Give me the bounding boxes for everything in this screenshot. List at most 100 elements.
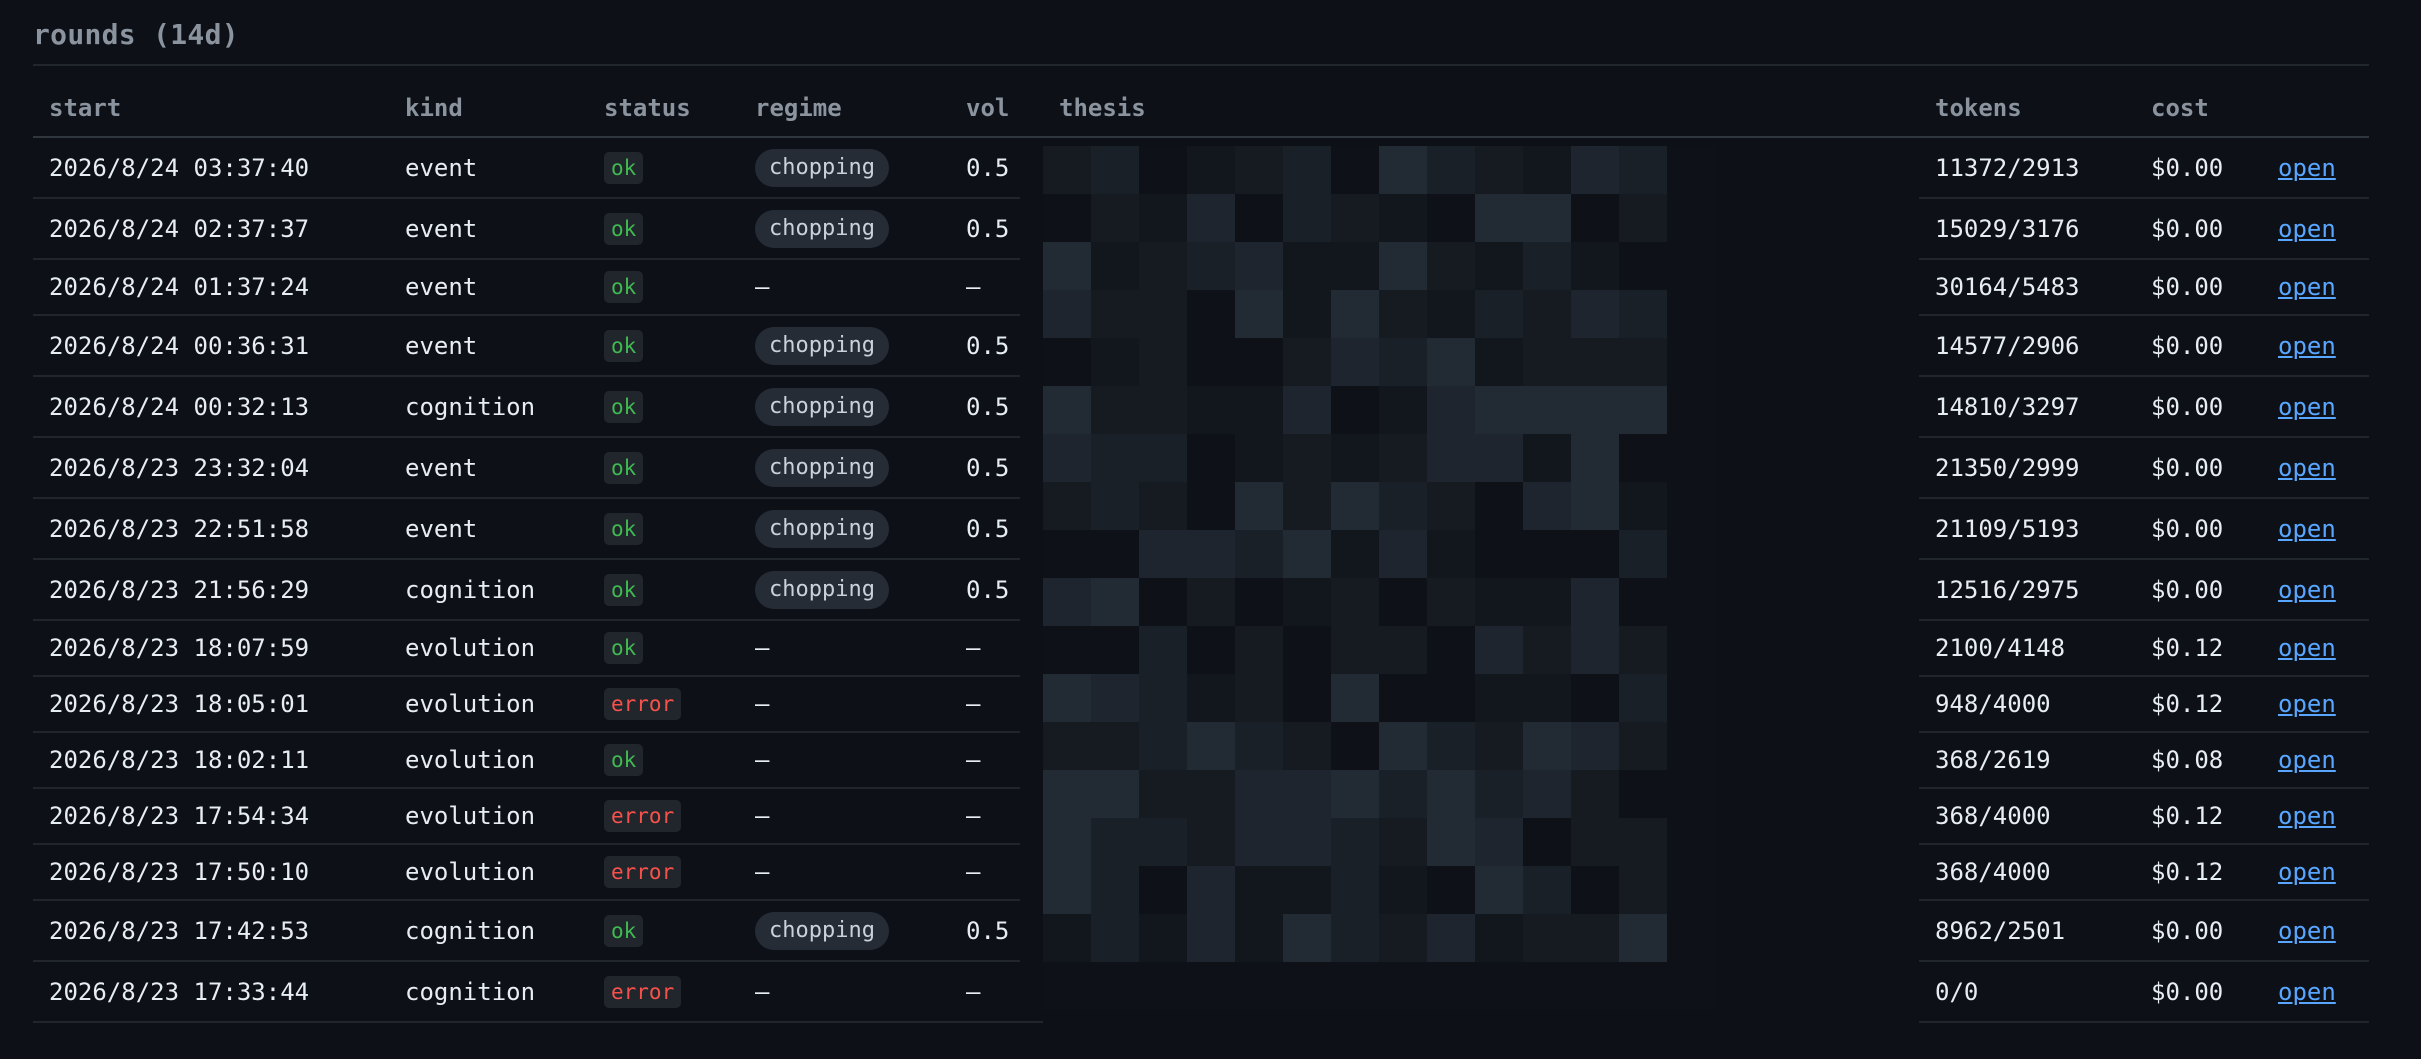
status-badge: ok xyxy=(604,914,644,947)
regime-empty: — xyxy=(755,634,770,662)
table-row[interactable]: 2026/8/23 18:02:11 evolution ok — — 368/2619 $… xyxy=(33,732,2369,789)
open-link[interactable]: open xyxy=(2278,393,2336,421)
open-link[interactable]: open xyxy=(2278,332,2336,360)
table-row[interactable]: 2026/8/23 21:56:29 cognition ok chopping 0.5… xyxy=(33,559,2369,621)
open-link[interactable]: open xyxy=(2278,802,2336,830)
cell-kind: cognition xyxy=(389,376,588,438)
open-link[interactable]: open xyxy=(2278,917,2336,945)
cell-regime: — xyxy=(739,788,950,845)
cell-actions: open xyxy=(2262,198,2369,260)
cell-regime: chopping xyxy=(739,498,950,560)
cell-actions: open xyxy=(2262,844,2369,901)
cell-vol: 0.5 xyxy=(950,498,1043,560)
table-row[interactable]: 2026/8/23 18:07:59 evolution ok — — 2100/4148… xyxy=(33,620,2369,677)
cell-cost: $0.12 xyxy=(2135,788,2262,845)
cell-thesis xyxy=(1043,315,1919,376)
column-header-status[interactable]: status xyxy=(588,80,739,138)
regime-pill: chopping xyxy=(755,448,889,487)
table-row[interactable]: 2026/8/24 03:37:40 event ok chopping 0.5 1137… xyxy=(33,137,2369,199)
cell-status: ok xyxy=(588,620,739,677)
open-link[interactable]: open xyxy=(2278,515,2336,543)
open-link[interactable]: open xyxy=(2278,454,2336,482)
cell-regime: chopping xyxy=(739,315,950,377)
cell-kind: cognition xyxy=(389,900,588,962)
title-divider xyxy=(33,64,2369,66)
cell-status: ok xyxy=(588,259,739,316)
cell-actions: open xyxy=(2262,961,2369,1023)
open-link[interactable]: open xyxy=(2278,215,2336,243)
regime-pill: chopping xyxy=(755,209,889,248)
regime-empty: — xyxy=(755,858,770,886)
table-row[interactable]: 2026/8/24 00:36:31 event ok chopping 0.5 1457… xyxy=(33,315,2369,377)
open-link[interactable]: open xyxy=(2278,634,2336,662)
cell-vol: — xyxy=(950,259,1043,316)
section-title: rounds (14d) xyxy=(33,18,239,51)
column-header-cost[interactable]: cost xyxy=(2135,80,2262,138)
cell-actions: open xyxy=(2262,498,2369,560)
cell-actions: open xyxy=(2262,676,2369,733)
regime-pill: chopping xyxy=(755,148,889,187)
cell-kind: cognition xyxy=(389,961,588,1023)
cell-vol: — xyxy=(950,732,1043,789)
table-row[interactable]: 2026/8/23 17:33:44 cognition error — — 0/0 $0.… xyxy=(33,961,2369,1023)
cell-thesis xyxy=(1043,498,1919,559)
cell-tokens: 8962/2501 xyxy=(1919,900,2135,962)
cell-thesis xyxy=(1043,620,1919,676)
column-header-tokens[interactable]: tokens xyxy=(1919,80,2135,138)
cell-cost: $0.00 xyxy=(2135,376,2262,438)
cell-tokens: 12516/2975 xyxy=(1919,559,2135,621)
cell-tokens: 368/4000 xyxy=(1919,788,2135,845)
regime-pill: chopping xyxy=(755,387,889,426)
cell-start: 2026/8/23 23:32:04 xyxy=(33,437,389,499)
column-header-start[interactable]: start xyxy=(33,80,389,138)
cell-status: ok xyxy=(588,137,739,199)
cell-vol: 0.5 xyxy=(950,900,1043,962)
cell-vol: — xyxy=(950,844,1043,901)
cell-cost: $0.00 xyxy=(2135,198,2262,260)
column-header-vol[interactable]: vol xyxy=(950,80,1043,138)
open-link[interactable]: open xyxy=(2278,978,2336,1006)
column-header-kind[interactable]: kind xyxy=(389,80,588,138)
open-link[interactable]: open xyxy=(2278,576,2336,604)
status-badge: error xyxy=(604,688,682,720)
table-row[interactable]: 2026/8/24 02:37:37 event ok chopping 0.5 1502… xyxy=(33,198,2369,260)
cell-tokens: 15029/3176 xyxy=(1919,198,2135,260)
cell-status: error xyxy=(588,676,739,733)
cell-cost: $0.00 xyxy=(2135,900,2262,962)
table-row[interactable]: 2026/8/24 01:37:24 event ok — — 30164/5483 $0.… xyxy=(33,259,2369,316)
cell-tokens: 30164/5483 xyxy=(1919,259,2135,316)
status-badge: ok xyxy=(604,632,644,664)
cell-start: 2026/8/23 18:07:59 xyxy=(33,620,389,677)
cell-vol: — xyxy=(950,961,1043,1023)
rounds-table: start kind status regime vol thesis toke… xyxy=(33,80,2369,1023)
table-row[interactable]: 2026/8/23 17:42:53 cognition ok chopping 0.5… xyxy=(33,900,2369,962)
open-link[interactable]: open xyxy=(2278,690,2336,718)
open-link[interactable]: open xyxy=(2278,154,2336,182)
cell-cost: $0.00 xyxy=(2135,315,2262,377)
status-badge: error xyxy=(604,800,682,832)
cell-vol: — xyxy=(950,620,1043,677)
open-link[interactable]: open xyxy=(2278,858,2336,886)
table-row[interactable]: 2026/8/23 18:05:01 evolution error — — 948/40… xyxy=(33,676,2369,733)
table-row[interactable]: 2026/8/23 22:51:58 event ok chopping 0.5 2110… xyxy=(33,498,2369,560)
cell-start: 2026/8/24 03:37:40 xyxy=(33,137,389,199)
table-row[interactable]: 2026/8/24 00:32:13 cognition ok chopping 0.5… xyxy=(33,376,2369,438)
table-row[interactable]: 2026/8/23 17:50:10 evolution error — — 368/40… xyxy=(33,844,2369,901)
open-link[interactable]: open xyxy=(2278,746,2336,774)
cell-vol: 0.5 xyxy=(950,137,1043,199)
cell-cost: $0.00 xyxy=(2135,259,2262,316)
table-row[interactable]: 2026/8/23 17:54:34 evolution error — — 368/40… xyxy=(33,788,2369,845)
cell-status: ok xyxy=(588,732,739,789)
column-header-thesis[interactable]: thesis xyxy=(1043,80,1919,138)
table-row[interactable]: 2026/8/23 23:32:04 event ok chopping 0.5 2135… xyxy=(33,437,2369,499)
open-link[interactable]: open xyxy=(2278,273,2336,301)
cell-kind: event xyxy=(389,259,588,316)
column-header-regime[interactable]: regime xyxy=(739,80,950,138)
status-badge: ok xyxy=(604,151,644,184)
cell-status: ok xyxy=(588,498,739,560)
cell-kind: event xyxy=(389,198,588,260)
status-badge: ok xyxy=(604,271,644,303)
status-badge: error xyxy=(604,975,682,1008)
cell-regime: chopping xyxy=(739,900,950,962)
cell-start: 2026/8/23 22:51:58 xyxy=(33,498,389,560)
